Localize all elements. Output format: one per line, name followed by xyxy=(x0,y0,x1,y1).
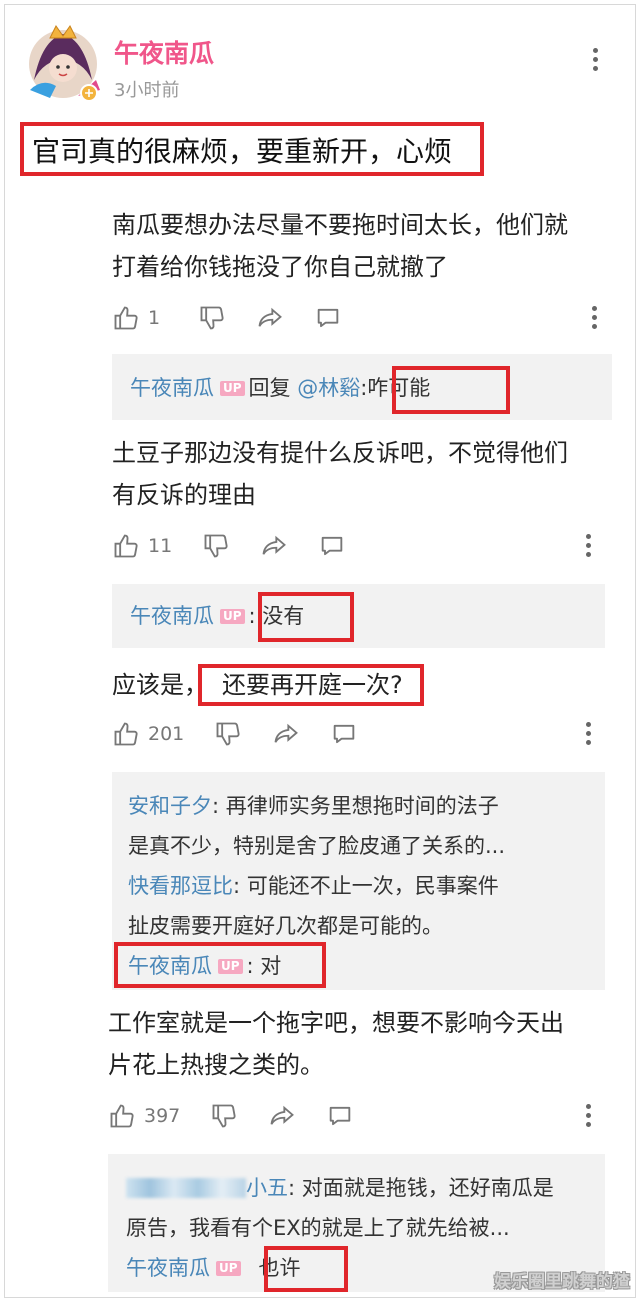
share-icon[interactable] xyxy=(256,304,284,332)
comment-icon[interactable] xyxy=(314,304,342,332)
reply-username[interactable]: 安和子夕 xyxy=(128,794,212,818)
reply-line: 小五: 对面就是拖钱，还好南瓜是 xyxy=(126,1168,554,1208)
reply-username[interactable]: 午夜南瓜 xyxy=(126,1256,210,1280)
more-icon[interactable] xyxy=(589,306,599,329)
blurred-username xyxy=(126,1178,246,1198)
post-time: 3小时前 xyxy=(114,80,180,101)
comment-text-line: 打着给你钱拖没了你自己就撤了 xyxy=(112,253,448,281)
highlight-box xyxy=(198,664,424,706)
comment-icon[interactable] xyxy=(318,532,346,560)
highlight-box xyxy=(392,366,510,414)
like-count: 1 xyxy=(148,307,161,329)
like-icon xyxy=(114,722,138,746)
like-icon xyxy=(110,1104,134,1128)
author-avatar[interactable] xyxy=(22,20,104,102)
like-button[interactable]: 397 xyxy=(108,1102,180,1130)
more-icon[interactable] xyxy=(590,48,600,71)
reply-mention[interactable]: @林谿 xyxy=(297,376,360,400)
like-button[interactable]: 201 xyxy=(112,720,184,748)
reply-username[interactable]: 午夜南瓜 xyxy=(130,376,214,400)
reply-username[interactable]: 午夜南瓜 xyxy=(130,604,214,628)
highlight-box xyxy=(264,1246,348,1292)
comment-text-line: 有反诉的理由 xyxy=(112,481,256,509)
more-icon[interactable] xyxy=(583,722,593,745)
dislike-icon[interactable] xyxy=(214,720,242,748)
more-icon[interactable] xyxy=(583,1104,593,1127)
like-icon xyxy=(114,534,138,558)
like-count: 11 xyxy=(148,535,173,557)
up-badge: UP xyxy=(220,381,245,396)
reply-text: : 对面就是拖钱，还好南瓜是 xyxy=(288,1176,554,1200)
comment-actions: 1 xyxy=(112,300,612,336)
comment-actions: 201 xyxy=(112,716,612,752)
comment-body: 土豆子那边没有提什么反诉吧，不觉得他们 有反诉的理由 xyxy=(112,432,622,516)
reply-username[interactable]: 快看那逗比 xyxy=(128,874,233,898)
reply-text: : 可能还不止一次，民事案件 xyxy=(233,874,499,898)
dislike-icon[interactable] xyxy=(210,1102,238,1130)
up-badge: UP xyxy=(220,609,245,624)
dislike-icon[interactable] xyxy=(202,532,230,560)
reply-username[interactable]: 小五 xyxy=(246,1176,288,1200)
share-icon[interactable] xyxy=(260,532,288,560)
comment-body: 南瓜要想办法尽量不要拖时间太长，他们就 打着给你钱拖没了你自己就撤了 xyxy=(112,204,622,288)
author-name[interactable]: 午夜南瓜 xyxy=(114,34,214,70)
comment-text: 应该是， xyxy=(112,671,208,699)
more-icon[interactable] xyxy=(583,534,593,557)
like-count: 201 xyxy=(148,723,185,745)
reply-box[interactable]: 午夜南瓜 UP 回复 @林谿:咋可能 xyxy=(112,354,612,420)
comment-text-line: 工作室就是一个拖字吧，想要不影响今天出 xyxy=(108,1009,564,1037)
reply-text: 原告，我看有个EX的就是上了就先给被... xyxy=(126,1216,510,1240)
comment-actions: 11 xyxy=(112,528,612,564)
post-text: 官司真的很麻烦，要重新开，心烦 xyxy=(32,135,453,168)
reply-text: 扯皮需要开庭好几次都是可能的。 xyxy=(128,914,443,938)
comment-actions: 397 xyxy=(108,1098,608,1134)
reply-line: 安和子夕: 再律师实务里想拖时间的法子 xyxy=(128,786,499,826)
reply-text: 是真不少，特别是舍了脸皮通了关系的... xyxy=(128,834,506,858)
reply-line: 快看那逗比: 可能还不止一次，民事案件 xyxy=(128,866,499,906)
like-button[interactable]: 1 xyxy=(112,304,160,332)
comment-icon[interactable] xyxy=(326,1102,354,1130)
comment-text-line: 片花上热搜之类的。 xyxy=(108,1051,324,1079)
reply-text: : 再律师实务里想拖时间的法子 xyxy=(212,794,499,818)
like-count: 397 xyxy=(144,1105,181,1127)
reply-line: 午夜南瓜 UP 回复 @林谿:咋可能 xyxy=(130,368,430,408)
comment-text-line: 土豆子那边没有提什么反诉吧，不觉得他们 xyxy=(112,439,568,467)
share-icon[interactable] xyxy=(272,720,300,748)
comment-body: 工作室就是一个拖字吧，想要不影响今天出 片花上热搜之类的。 xyxy=(108,1002,622,1086)
share-icon[interactable] xyxy=(268,1102,296,1130)
reply-box[interactable]: 午夜南瓜 UP: 没有 xyxy=(112,584,605,648)
highlight-box xyxy=(114,942,326,988)
up-badge: UP xyxy=(216,1261,241,1276)
like-button[interactable]: 11 xyxy=(112,532,172,560)
watermark: 娱乐圈里跳舞的猹 xyxy=(494,1272,630,1292)
comment-text-line: 南瓜要想办法尽量不要拖时间太长，他们就 xyxy=(112,211,568,239)
comment-icon[interactable] xyxy=(330,720,358,748)
dislike-icon[interactable] xyxy=(198,304,226,332)
reply-word: 回复 xyxy=(248,376,291,400)
like-icon xyxy=(114,306,138,330)
highlight-box xyxy=(258,592,354,642)
